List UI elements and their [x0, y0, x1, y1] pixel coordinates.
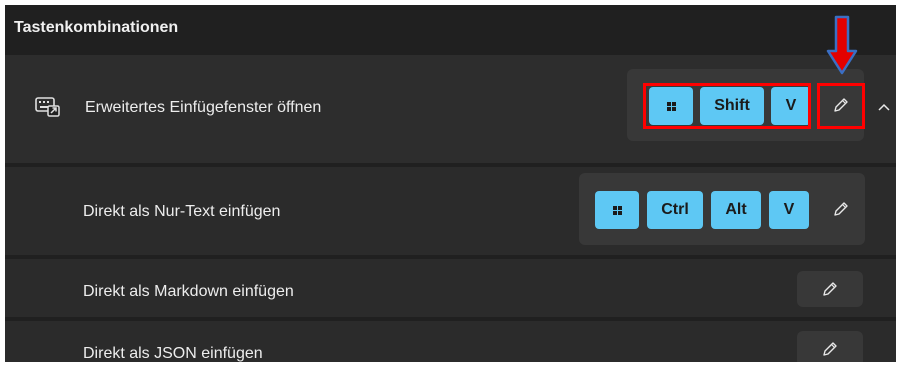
shortcut-label: Direkt als Nur-Text einfügen [83, 203, 281, 220]
key-windows [649, 87, 693, 125]
shortcut-row-markdown[interactable]: Direkt als Markdown einfügen [5, 259, 896, 317]
shortcut-label: Erweitertes Einfügefenster öffnen [85, 99, 322, 116]
pencil-icon [823, 342, 837, 356]
windows-logo-icon [666, 101, 676, 111]
down-arrow-icon [826, 15, 858, 75]
shortcut-keys-panel: Ctrl Alt V [579, 173, 865, 245]
pencil-icon [834, 202, 848, 216]
shortcut-label: Direkt als JSON einfügen [83, 345, 263, 362]
pencil-icon [834, 98, 848, 112]
key-shift: Shift [700, 87, 764, 125]
shortcut-row-json[interactable]: Direkt als JSON einfügen [5, 321, 896, 362]
section-title: Tastenkombinationen [14, 19, 179, 36]
shortcut-row-plain-text[interactable]: Direkt als Nur-Text einfügen Ctrl Alt V [5, 167, 896, 255]
key-v: V [771, 87, 811, 125]
shortcut-row-advanced-paste[interactable]: Erweitertes Einfügefenster öffnen Shift … [5, 55, 896, 163]
key-windows [595, 191, 639, 229]
shortcut-label: Direkt als Markdown einfügen [83, 283, 294, 300]
shortcut-keys-panel: Shift V [627, 69, 864, 141]
settings-panel: Tastenkombinationen Erweitertes Einfügef… [5, 5, 896, 362]
pencil-icon [823, 282, 837, 296]
edit-shortcut-button[interactable] [823, 191, 859, 227]
key-ctrl: Ctrl [647, 191, 703, 229]
keyboard-shortcut-icon [35, 97, 60, 117]
edit-shortcut-button[interactable] [797, 271, 863, 307]
chevron-up-icon[interactable] [877, 101, 891, 113]
key-v: V [769, 191, 809, 229]
edit-shortcut-button[interactable] [797, 331, 863, 362]
key-alt: Alt [711, 191, 761, 229]
edit-shortcut-button[interactable] [823, 87, 859, 123]
windows-logo-icon [612, 205, 622, 215]
